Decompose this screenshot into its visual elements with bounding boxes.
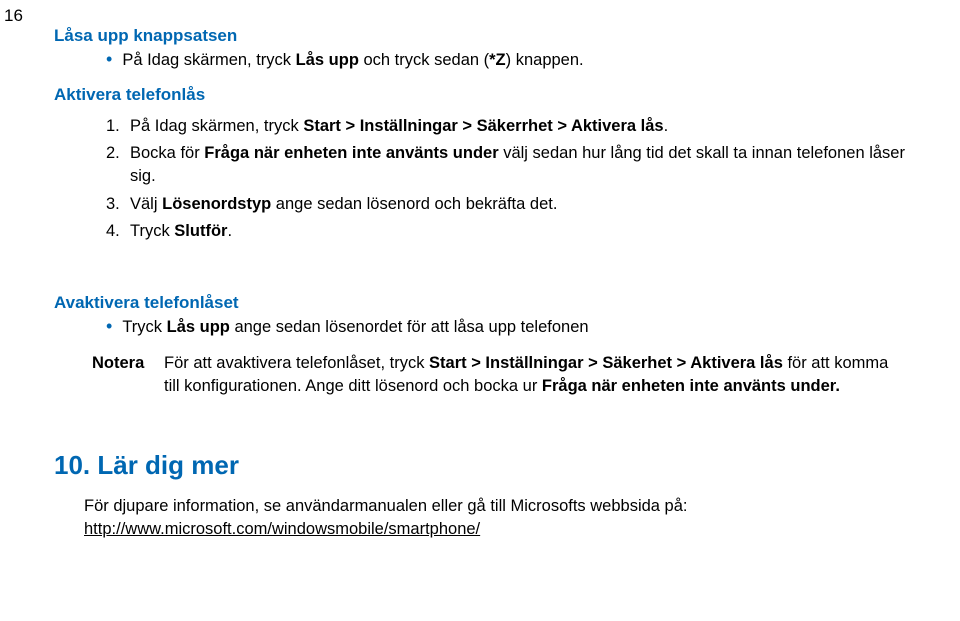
- text-bold: Fråga när enheten inte använts under.: [542, 377, 840, 395]
- text-bold: *Z: [489, 51, 506, 69]
- list-item: 1. På Idag skärmen, tryck Start > Instäl…: [106, 115, 906, 138]
- bullet-unlock-text: På Idag skärmen, tryck Lås upp och tryck…: [122, 49, 583, 71]
- list-text: Tryck Slutför.: [130, 220, 906, 243]
- bullet-unlock-keypad: • På Idag skärmen, tryck Lås upp och try…: [106, 49, 906, 71]
- list-number: 2.: [106, 142, 130, 165]
- list-number: 3.: [106, 193, 130, 216]
- list-number: 4.: [106, 220, 130, 243]
- text-fragment: Tryck: [130, 222, 174, 240]
- text-bold: Start > Inställningar > Säkerrhet > Akti…: [303, 117, 663, 135]
- text-bold: Lås upp: [296, 51, 359, 69]
- list-item: 3. Välj Lösenordstyp ange sedan lösenord…: [106, 193, 906, 216]
- text-bold: Lås upp: [167, 318, 230, 336]
- text-fragment: ange sedan lösenordet för att låsa upp t…: [230, 318, 589, 336]
- text-fragment: På Idag skärmen, tryck: [130, 117, 303, 135]
- text-bold: Slutför: [174, 222, 227, 240]
- text-fragment: .: [664, 117, 669, 135]
- note-label: Notera: [92, 352, 164, 375]
- text-bold: Fråga när enheten inte använts under: [204, 144, 498, 162]
- numbered-list-activate: 1. På Idag skärmen, tryck Start > Instäl…: [106, 115, 906, 242]
- section-title-unlock-keypad: Låsa upp knappsatsen: [54, 26, 906, 46]
- list-item: 4. Tryck Slutför.: [106, 220, 906, 243]
- text-bold: Lösenordstyp: [162, 195, 271, 213]
- page: 16 Låsa upp knappsatsen • På Idag skärme…: [0, 0, 960, 621]
- page-number: 16: [4, 6, 23, 26]
- content: Låsa upp knappsatsen • På Idag skärmen, …: [0, 0, 960, 541]
- bullet-dot-icon: •: [106, 49, 112, 70]
- text-fragment: ange sedan lösenord och bekräfta det.: [271, 195, 557, 213]
- list-text: Välj Lösenordstyp ange sedan lösenord oc…: [130, 193, 906, 216]
- list-item: 2. Bocka för Fråga när enheten inte anvä…: [106, 142, 906, 188]
- learn-more-body: För djupare information, se användarmanu…: [84, 495, 906, 541]
- microsoft-link[interactable]: http://www.microsoft.com/windowsmobile/s…: [84, 520, 480, 538]
- bullet-deactivate: • Tryck Lås upp ange sedan lösenordet fö…: [106, 316, 906, 338]
- note-row: Notera För att avaktivera telefonlåset, …: [92, 352, 906, 398]
- section-title-activate-lock: Aktivera telefonlås: [54, 85, 906, 105]
- list-number: 1.: [106, 115, 130, 138]
- note-text: För att avaktivera telefonlåset, tryck S…: [164, 352, 906, 398]
- text-fragment: och tryck sedan (: [359, 51, 489, 69]
- section-title-deactivate: Avaktivera telefonlåset: [54, 293, 906, 313]
- text-fragment: Välj: [130, 195, 162, 213]
- text-fragment: .: [227, 222, 232, 240]
- text-bold: Start > Inställningar > Säkerhet > Aktiv…: [429, 354, 783, 372]
- bullet-dot-icon: •: [106, 316, 112, 337]
- text-fragment: ) knappen.: [506, 51, 584, 69]
- text-fragment: På Idag skärmen, tryck: [122, 51, 295, 69]
- list-text: På Idag skärmen, tryck Start > Inställni…: [130, 115, 906, 138]
- text-fragment: Bocka för: [130, 144, 204, 162]
- text-fragment: Tryck: [122, 318, 166, 336]
- section-deactivate: Avaktivera telefonlåset • Tryck Lås upp …: [54, 293, 906, 398]
- list-text: Bocka för Fråga när enheten inte använts…: [130, 142, 906, 188]
- bullet-deactivate-text: Tryck Lås upp ange sedan lösenordet för …: [122, 316, 588, 338]
- text-fragment: För att avaktivera telefonlåset, tryck: [164, 354, 429, 372]
- heading-learn-more: 10. Lär dig mer: [54, 450, 906, 481]
- text-fragment: För djupare information, se användarmanu…: [84, 497, 687, 515]
